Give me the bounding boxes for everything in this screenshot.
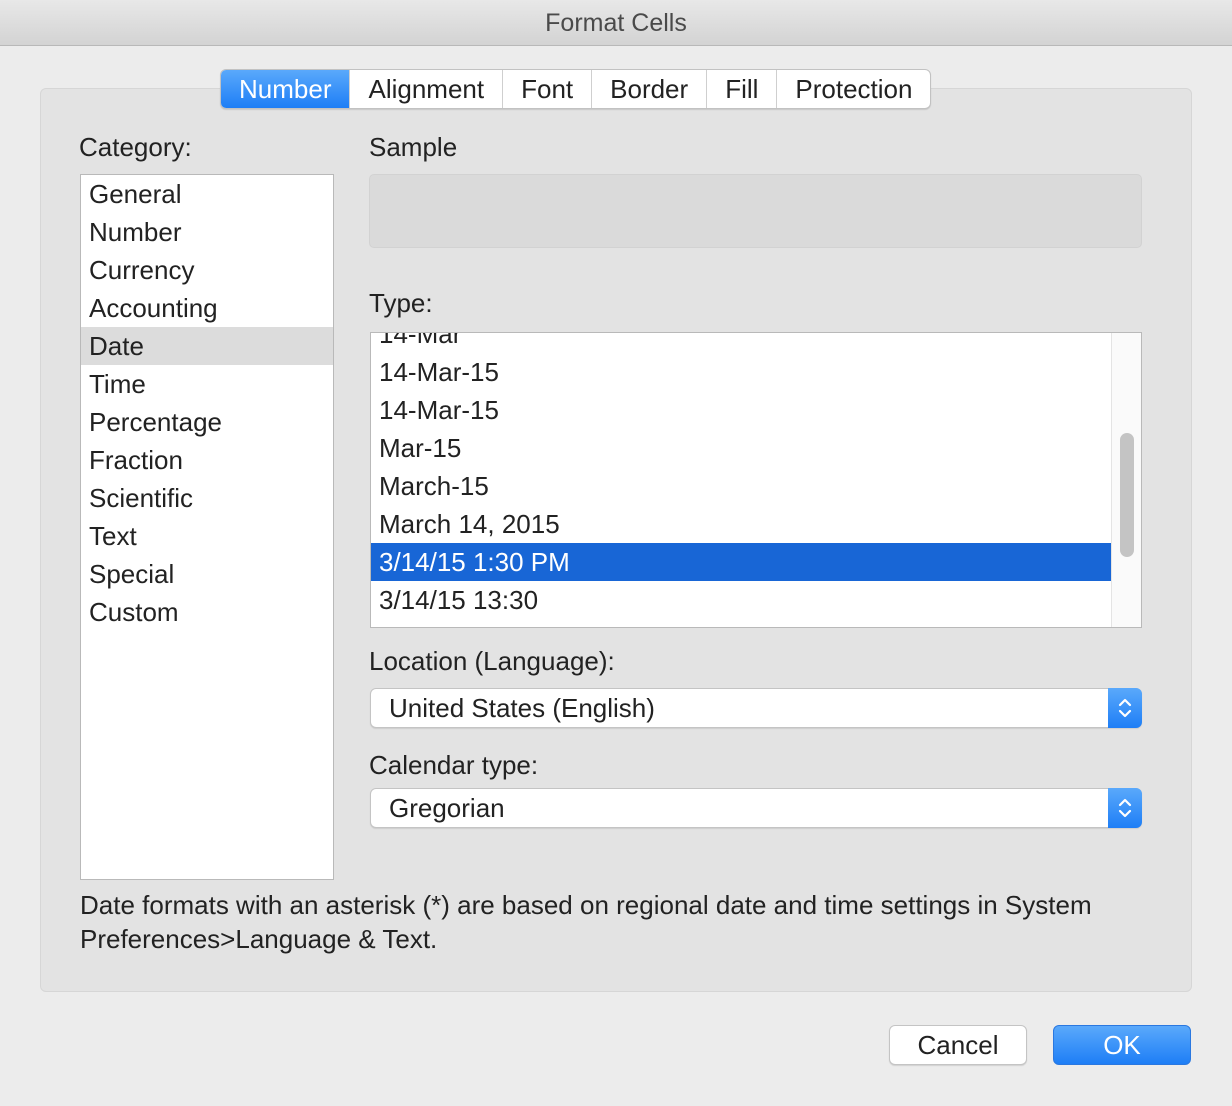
type-item[interactable]: 14-Mar-15	[371, 353, 1111, 391]
date-format-note: Date formats with an asterisk (*) are ba…	[80, 890, 1092, 954]
calendar-type-select[interactable]: Gregorian	[370, 788, 1142, 828]
format-cells-dialog: Format Cells Number Alignment Font Borde…	[0, 0, 1232, 1106]
tab-alignment[interactable]: Alignment	[349, 70, 502, 108]
sample-label: Sample	[369, 132, 458, 162]
type-list[interactable]: 14-Mar 14-Mar-15 14-Mar-15 Mar-15 March-…	[370, 332, 1142, 628]
type-list-scrollbar[interactable]	[1111, 333, 1141, 627]
category-label: Category:	[79, 132, 192, 162]
up-down-chevron-icon[interactable]	[1108, 688, 1142, 728]
category-item-time[interactable]: Time	[81, 365, 333, 403]
category-item-general[interactable]: General	[81, 175, 333, 213]
window-title: Format Cells	[545, 9, 687, 37]
category-item-fraction[interactable]: Fraction	[81, 441, 333, 479]
tab-bar: Number Alignment Font Border Fill Protec…	[220, 69, 932, 109]
tab-number[interactable]: Number	[221, 70, 350, 108]
tab-border[interactable]: Border	[591, 70, 706, 108]
tab-fill[interactable]: Fill	[706, 70, 776, 108]
type-item[interactable]: March-15	[371, 467, 1111, 505]
category-item-accounting[interactable]: Accounting	[81, 289, 333, 327]
calendar-type-label: Calendar type:	[369, 750, 539, 780]
cancel-button[interactable]: Cancel	[889, 1025, 1027, 1065]
category-list[interactable]: General Number Currency Accounting Date …	[80, 174, 334, 880]
category-item-currency[interactable]: Currency	[81, 251, 333, 289]
type-item[interactable]: March 14, 2015	[371, 505, 1111, 543]
category-item-scientific[interactable]: Scientific	[81, 479, 333, 517]
tab-font[interactable]: Font	[502, 70, 591, 108]
type-item[interactable]: 14-Mar-15	[371, 391, 1111, 429]
category-item-text[interactable]: Text	[81, 517, 333, 555]
location-select-value: United States (English)	[389, 693, 655, 723]
type-item[interactable]: 14-Mar	[371, 333, 1111, 353]
sample-preview	[369, 174, 1142, 248]
category-item-custom[interactable]: Custom	[81, 593, 333, 631]
type-item-selected[interactable]: 3/14/15 1:30 PM	[371, 543, 1111, 581]
category-item-date[interactable]: Date	[81, 327, 333, 365]
up-down-chevron-icon[interactable]	[1108, 788, 1142, 828]
category-item-number[interactable]: Number	[81, 213, 333, 251]
title-bar[interactable]: Format Cells	[0, 0, 1232, 46]
type-list-items: 14-Mar 14-Mar-15 14-Mar-15 Mar-15 March-…	[371, 333, 1111, 619]
type-label: Type:	[369, 288, 433, 318]
category-item-special[interactable]: Special	[81, 555, 333, 593]
location-select[interactable]: United States (English)	[370, 688, 1142, 728]
type-item[interactable]: Mar-15	[371, 429, 1111, 467]
location-label: Location (Language):	[369, 646, 615, 676]
type-item[interactable]: 3/14/15 13:30	[371, 581, 1111, 619]
scrollbar-thumb[interactable]	[1120, 433, 1134, 557]
category-item-percentage[interactable]: Percentage	[81, 403, 333, 441]
calendar-type-select-value: Gregorian	[389, 793, 505, 823]
ok-button[interactable]: OK	[1053, 1025, 1191, 1065]
tab-protection[interactable]: Protection	[776, 70, 930, 108]
